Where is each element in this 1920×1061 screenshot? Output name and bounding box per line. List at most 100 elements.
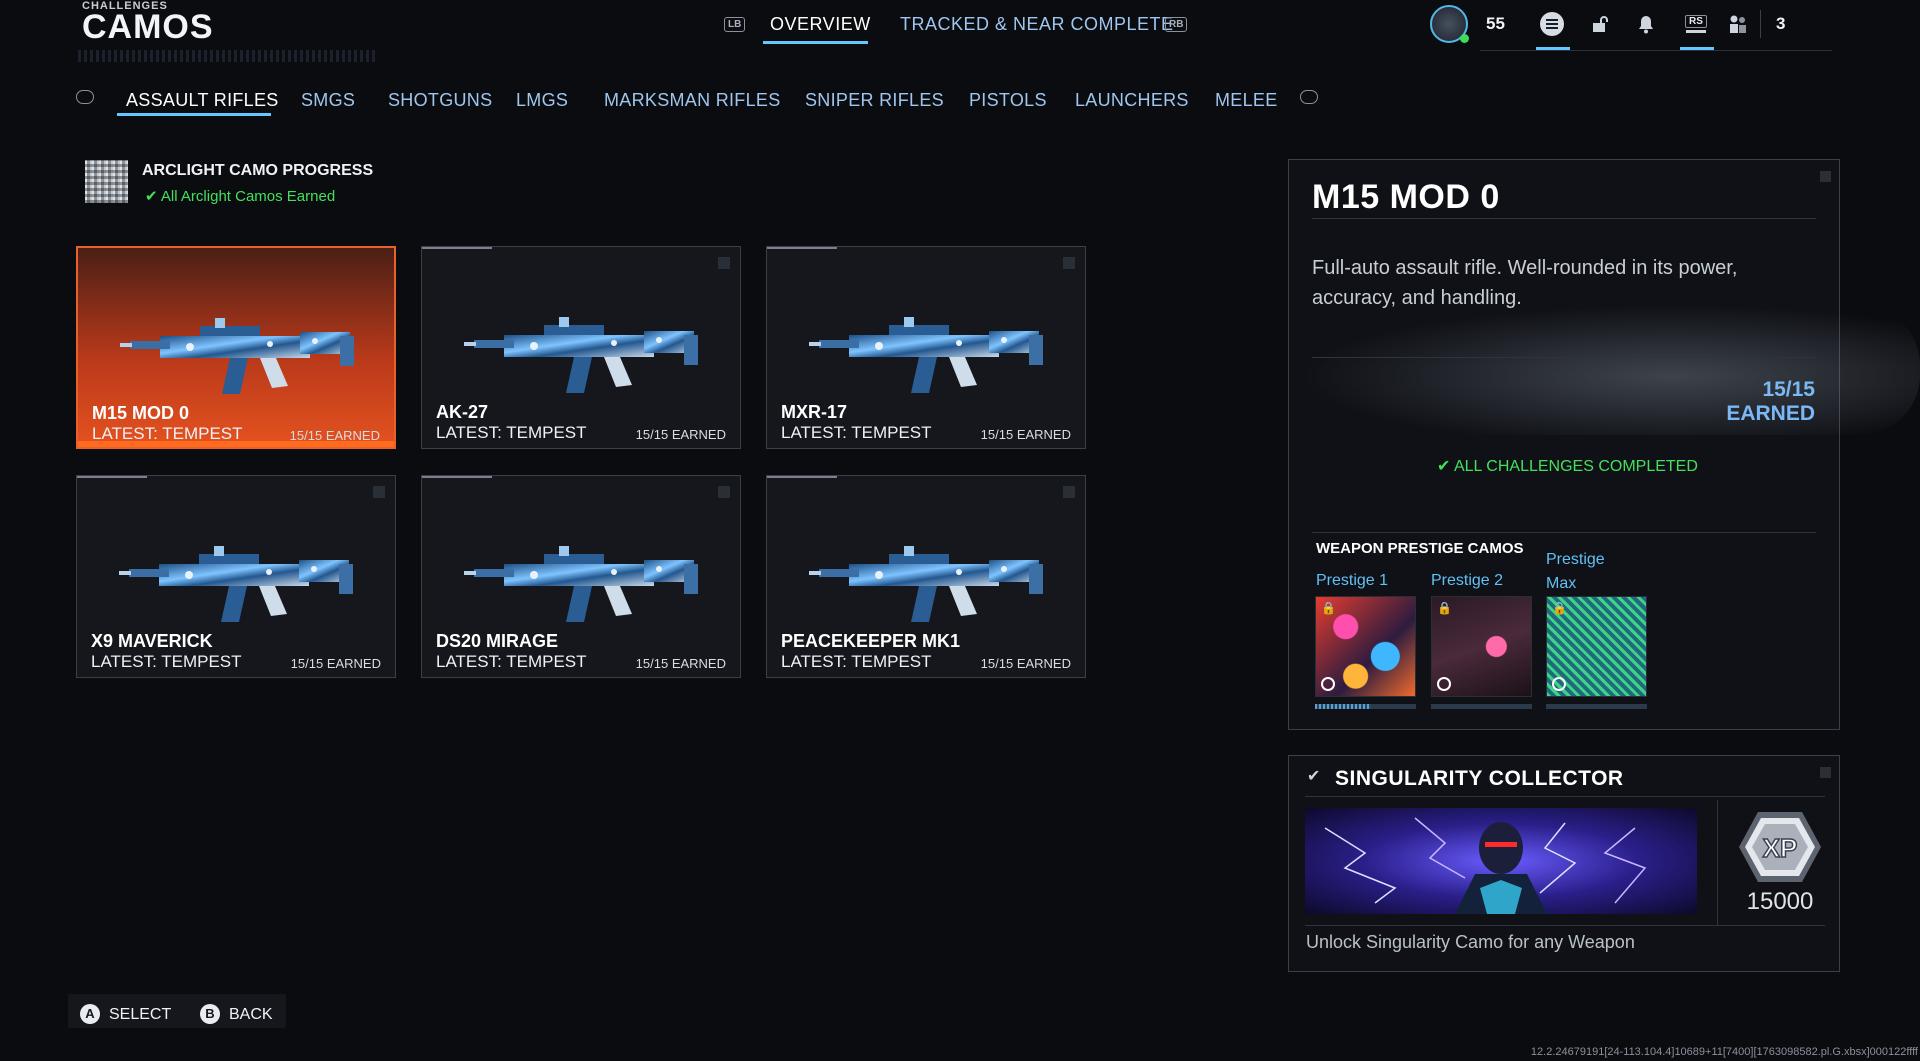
bell-icon[interactable] (1632, 12, 1660, 36)
card-corner-mark (718, 486, 730, 498)
card-accent-bar (77, 476, 147, 478)
category-smgs[interactable]: SMGS (301, 90, 355, 111)
details-divider (1312, 357, 1816, 358)
weapon-earned-count: 15/15 EARNED (635, 656, 726, 671)
arclight-camo-icon (85, 160, 128, 203)
rb-bumper-icon[interactable]: RB (1165, 17, 1188, 32)
weapon-image (119, 546, 353, 622)
prestige-2-label: Prestige 2 (1431, 572, 1504, 589)
category-shotguns[interactable]: SHOTGUNS (388, 90, 492, 111)
xp-label: XP (1763, 833, 1798, 863)
check-icon: ✔ (1437, 458, 1451, 475)
tab-overview[interactable]: OVERVIEW (770, 14, 871, 35)
weapon-earned-count: 15/15 EARNED (290, 656, 381, 671)
details-description: Full-auto assault rifle. Well-rounded in… (1312, 257, 1738, 309)
weapon-latest-camo: LATEST: TEMPEST (436, 423, 587, 442)
weapon-card-peacekeeper-mk1[interactable]: PEACEKEEPER MK1 LATEST: TEMPEST 15/15 EA… (766, 475, 1086, 678)
token-icon (1437, 677, 1451, 691)
weapon-card-ds20-mirage[interactable]: DS20 MIRAGE LATEST: TEMPEST 15/15 EARNED (421, 475, 741, 678)
weapon-image (464, 317, 698, 393)
prestige-2-progress (1431, 704, 1532, 709)
back-button[interactable]: BACK (229, 1006, 273, 1024)
b-button-icon[interactable]: B (200, 1004, 220, 1024)
online-status-dot (1460, 34, 1469, 43)
card-corner-mark (1063, 486, 1075, 498)
category-launchers[interactable]: LAUNCHERS (1075, 90, 1189, 111)
card-accent-bar (422, 247, 492, 249)
category-lmgs[interactable]: LMGS (516, 90, 568, 111)
category-marksman-rifles[interactable]: MARKSMAN RIFLES (604, 90, 781, 111)
prestige-max-label: Prestige Max (1546, 551, 1605, 592)
party-icon[interactable] (1724, 12, 1752, 36)
reward-divider (1305, 925, 1825, 926)
prestige-1-progress (1315, 704, 1416, 709)
weapon-latest-camo: LATEST: TEMPEST (91, 652, 242, 671)
weapon-earned-count: 15/15 EARNED (980, 427, 1071, 442)
xp-amount: 15000 (1746, 888, 1814, 915)
weapon-latest-camo: LATEST: TEMPEST (436, 652, 587, 671)
select-button[interactable]: SELECT (109, 1006, 171, 1024)
category-active-indicator (117, 113, 271, 116)
details-divider (1312, 218, 1816, 219)
player-level: 55 (1486, 14, 1505, 33)
weapon-card-m15-mod-0[interactable]: M15 MOD 0 LATEST: TEMPEST 15/15 EARNED (76, 246, 396, 449)
left-trigger-icon[interactable] (76, 90, 94, 104)
tab-tracked-near-complete[interactable]: TRACKED & NEAR COMPLETE (900, 14, 1174, 35)
hud-baseline (1480, 50, 1832, 51)
card-corner-mark (718, 257, 730, 269)
weapon-image (809, 317, 1043, 393)
category-melee[interactable]: MELEE (1215, 90, 1278, 111)
prestige-1-progress-fill (1315, 704, 1371, 709)
weapon-image (809, 546, 1043, 622)
challenges-status: ✔ ALL CHALLENGES COMPLETED (1437, 456, 1698, 476)
prestige-max-camo[interactable]: 🔒 (1546, 596, 1647, 697)
prestige-camos-heading: WEAPON PRESTIGE CAMOS (1316, 540, 1524, 557)
background-smear (1300, 305, 1920, 435)
a-button-icon[interactable]: A (80, 1004, 100, 1024)
weapon-earned-count: 15/15 EARNED (289, 428, 380, 443)
details-weapon-title: M15 MOD 0 (1312, 178, 1500, 216)
weapon-earned-count: 15/15 EARNED (980, 656, 1071, 671)
right-trigger-icon[interactable] (1300, 90, 1318, 104)
panel-corner-mark (1820, 171, 1831, 182)
lock-icon: 🔒 (1437, 601, 1452, 615)
tab-active-indicator (763, 41, 868, 44)
category-assault-rifles[interactable]: ASSAULT RIFLES (126, 90, 279, 111)
prestige-1-camo[interactable]: 🔒 (1315, 596, 1416, 697)
build-version: 12.2.24679191[24-113.104.4]10689+11[7400… (1530, 1046, 1918, 1058)
weapon-card-x9-maverick[interactable]: X9 MAVERICK LATEST: TEMPEST 15/15 EARNED (76, 475, 396, 678)
hud-divider (1760, 10, 1761, 38)
card-accent-bar (422, 476, 492, 478)
arclight-progress-title: ARCLIGHT CAMO PROGRESS (142, 162, 374, 179)
reward-description: Unlock Singularity Camo for any Weapon (1306, 932, 1635, 952)
unlock-icon[interactable] (1586, 12, 1614, 36)
weapon-latest-camo: LATEST: TEMPEST (781, 652, 932, 671)
lb-bumper-icon[interactable]: LB (724, 17, 746, 32)
prestige-2-camo[interactable]: 🔒 (1431, 596, 1532, 697)
prestige-1-label: Prestige 1 (1316, 572, 1389, 589)
weapon-name: X9 MAVERICK (91, 631, 213, 651)
arclight-progress-status: ✔ All Arclight Camos Earned (145, 187, 335, 205)
xp-icon: XP (1739, 812, 1821, 882)
reward-divider (1305, 796, 1825, 797)
weapon-card-ak-27[interactable]: AK-27 LATEST: TEMPEST 15/15 EARNED (421, 246, 741, 449)
weapon-name: PEACEKEEPER MK1 (781, 631, 961, 651)
panel-corner-mark (1820, 767, 1831, 778)
reward-title: SINGULARITY COLLECTOR (1335, 767, 1624, 790)
details-divider (1312, 532, 1816, 533)
reward-divider-vertical (1717, 800, 1718, 925)
card-accent-bar (767, 476, 837, 478)
rs-label: RS (1685, 15, 1707, 28)
challenges-status-text: ALL CHALLENGES COMPLETED (1453, 458, 1698, 475)
card-corner-mark (1063, 257, 1075, 269)
category-sniper-rifles[interactable]: SNIPER RIFLES (805, 90, 944, 111)
rs-icon[interactable]: RS (1682, 12, 1710, 36)
card-accent-bar (767, 247, 837, 249)
weapon-card-mxr-17[interactable]: MXR-17 LATEST: TEMPEST 15/15 EARNED (766, 246, 1086, 449)
category-pistols[interactable]: PISTOLS (969, 90, 1047, 111)
check-icon: ✔ (145, 188, 158, 205)
weapon-image (120, 318, 354, 394)
weapon-name: DS20 MIRAGE (436, 631, 559, 651)
weapon-earned-count: 15/15 EARNED (635, 427, 726, 442)
menu-icon[interactable] (1538, 12, 1566, 36)
